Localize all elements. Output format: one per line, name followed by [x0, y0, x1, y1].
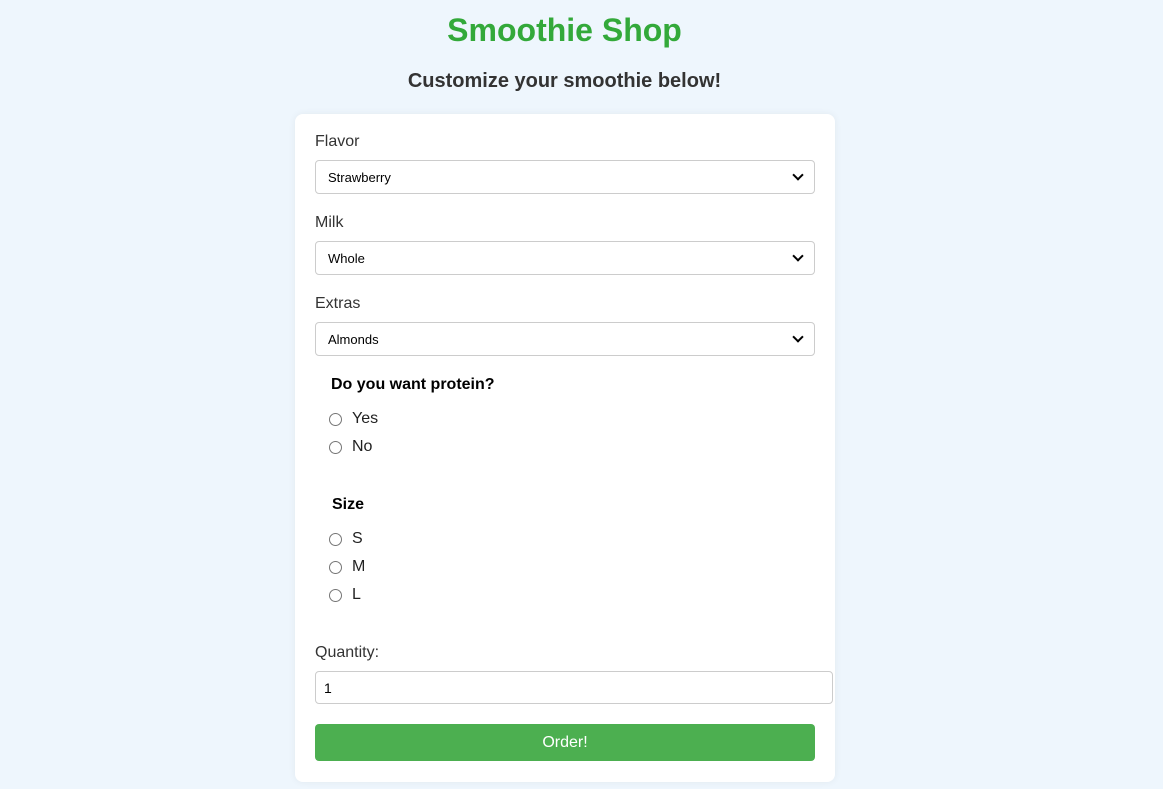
milk-select[interactable]: Whole: [315, 241, 815, 275]
size-l-radio[interactable]: L: [329, 586, 361, 604]
radio-icon[interactable]: [329, 412, 342, 426]
milk-label: Milk: [315, 214, 344, 231]
extras-value: Almonds: [328, 331, 379, 347]
flavor-label: Flavor: [315, 133, 360, 150]
extras-label: Extras: [315, 295, 361, 312]
protein-no-radio[interactable]: No: [329, 438, 372, 456]
chevron-down-icon: [792, 169, 804, 181]
milk-value: Whole: [328, 250, 365, 266]
chevron-down-icon: [792, 250, 804, 262]
order-button[interactable]: Order!: [315, 724, 815, 761]
flavor-select[interactable]: Strawberry: [315, 160, 815, 194]
chevron-down-icon: [792, 331, 804, 343]
extras-select[interactable]: Almonds: [315, 322, 815, 356]
page-subtitle: Customize your smoothie below!: [407, 70, 722, 92]
page-title: Smoothie Shop: [447, 12, 682, 48]
size-s-radio[interactable]: S: [329, 530, 363, 548]
radio-icon[interactable]: [329, 588, 342, 602]
quantity-label: Quantity:: [315, 644, 380, 661]
radio-label: L: [352, 586, 361, 603]
radio-icon[interactable]: [329, 532, 342, 546]
size-m-radio[interactable]: M: [329, 558, 365, 576]
flavor-value: Strawberry: [328, 169, 391, 185]
size-question: Size: [332, 496, 365, 513]
radio-label: M: [352, 558, 366, 575]
order-form: Flavor Strawberry Milk Whole Extras Almo…: [295, 114, 835, 782]
quantity-input[interactable]: 1: [315, 671, 833, 704]
radio-label: No: [352, 438, 373, 455]
protein-yes-radio[interactable]: Yes: [329, 410, 378, 428]
radio-icon[interactable]: [329, 560, 342, 574]
radio-icon[interactable]: [329, 440, 342, 454]
protein-question: Do you want protein?: [331, 376, 495, 393]
radio-label: S: [352, 530, 363, 547]
radio-label: Yes: [352, 410, 379, 427]
